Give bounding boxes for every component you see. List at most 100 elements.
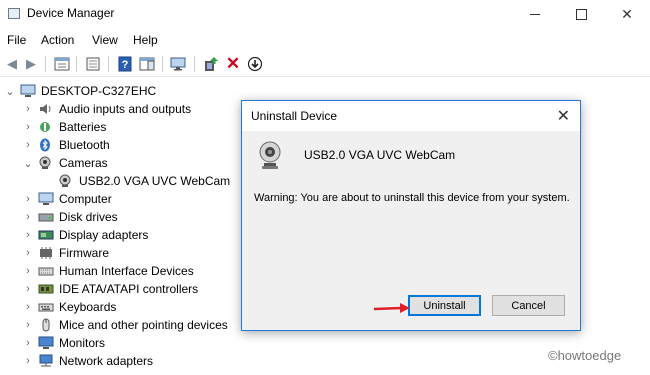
tree-item-computer[interactable]: › Computer	[22, 190, 112, 208]
menu-bar: File Action View Help	[0, 30, 650, 50]
disk-drive-icon	[38, 210, 54, 224]
bluetooth-icon	[38, 138, 54, 152]
tree-item-keyboards[interactable]: › Keyboards	[22, 298, 116, 316]
network-adapter-icon	[38, 354, 54, 368]
chevron-right-icon[interactable]: ›	[22, 355, 34, 367]
tree-item-label: Network adapters	[59, 354, 154, 368]
chevron-right-icon[interactable]: ›	[22, 211, 34, 223]
tree-item-label: Keyboards	[59, 300, 117, 314]
action-pane-icon[interactable]	[138, 55, 156, 73]
close-icon: ✕	[621, 5, 633, 22]
chevron-right-icon[interactable]: ›	[22, 301, 34, 313]
tree-item-network[interactable]: › Network adapters	[22, 352, 153, 370]
uninstall-dialog: Uninstall Device ✕ USB2.0 VGA UVC WebCam…	[241, 100, 581, 331]
tree-item-firmware[interactable]: › Firmware	[22, 244, 109, 262]
chevron-right-icon[interactable]: ›	[22, 193, 34, 205]
tree-item-mice[interactable]: › Mice and other pointing devices	[22, 316, 228, 334]
tree-item-monitors[interactable]: › Monitors	[22, 334, 105, 352]
close-window-button[interactable]: ✕	[604, 0, 650, 28]
firmware-icon	[38, 246, 54, 260]
chevron-right-icon[interactable]: ›	[22, 103, 34, 115]
toolbar-separator	[45, 56, 46, 72]
dialog-title: Uninstall Device	[251, 109, 338, 123]
tree-item-audio[interactable]: › Audio inputs and outputs	[22, 100, 191, 118]
red-arrow-annotation	[373, 303, 410, 313]
tree-item-label: Mice and other pointing devices	[59, 318, 228, 332]
tree-item-label: Bluetooth	[59, 138, 110, 152]
dialog-device-name: USB2.0 VGA UVC WebCam	[304, 148, 456, 162]
minimize-button[interactable]	[512, 0, 558, 28]
tree-item-label: Firmware	[59, 246, 109, 260]
tree-item-label: Display adapters	[59, 228, 149, 242]
cancel-button[interactable]: Cancel	[492, 295, 565, 316]
tree-item-webcam[interactable]: USB2.0 VGA UVC WebCam	[58, 172, 230, 190]
show-list-icon[interactable]	[84, 55, 102, 73]
battery-icon	[38, 120, 54, 134]
monitor-icon	[38, 336, 54, 350]
toolbar-separator	[194, 56, 195, 72]
scan-hardware-icon[interactable]	[170, 55, 188, 73]
tree-item-label: Human Interface Devices	[59, 264, 194, 278]
tree-item-hid[interactable]: › Human Interface Devices	[22, 262, 194, 280]
maximize-button[interactable]	[558, 0, 604, 28]
back-icon[interactable]: ◀	[3, 55, 21, 73]
display-adapter-icon	[38, 228, 54, 242]
chevron-right-icon[interactable]: ›	[22, 319, 34, 331]
dialog-close-button[interactable]: ✕	[557, 106, 570, 126]
chevron-right-icon[interactable]: ›	[22, 247, 34, 259]
menu-file[interactable]: File	[7, 33, 26, 47]
ide-controller-icon	[38, 282, 54, 296]
tree-item-cameras[interactable]: ⌄ Cameras	[22, 154, 108, 172]
tree-item-display-adapters[interactable]: › Display adapters	[22, 226, 148, 244]
menu-view[interactable]: View	[92, 33, 118, 47]
svg-text:?: ?	[122, 59, 129, 71]
uninstall-device-icon[interactable]: ✕	[224, 54, 242, 73]
tree-item-label: IDE ATA/ATAPI controllers	[59, 282, 199, 296]
forward-icon[interactable]: ▶	[22, 55, 40, 73]
tree-item-label: Disk drives	[59, 210, 118, 224]
chevron-down-icon[interactable]: ⌄	[22, 157, 34, 170]
toolbar: ◀ ▶ ? ✕	[0, 52, 650, 77]
title-bar: Device Manager ✕	[0, 0, 650, 28]
tree-root-label: DESKTOP-C327EHC	[41, 84, 157, 98]
tree-item-label: Cameras	[59, 156, 108, 170]
webcam-icon	[58, 174, 74, 188]
chevron-right-icon[interactable]: ›	[22, 229, 34, 241]
maximize-icon	[575, 8, 587, 20]
help-icon[interactable]: ?	[116, 55, 134, 73]
chevron-right-icon[interactable]: ›	[22, 265, 34, 277]
uninstall-button[interactable]: Uninstall	[408, 295, 481, 316]
mouse-icon	[38, 318, 54, 332]
chevron-right-icon[interactable]: ›	[22, 139, 34, 151]
tree-item-label: Audio inputs and outputs	[59, 102, 192, 116]
disable-device-icon[interactable]	[246, 55, 264, 73]
chevron-right-icon[interactable]: ›	[22, 283, 34, 295]
chevron-down-icon[interactable]: ⌄	[4, 85, 16, 98]
properties-icon[interactable]	[53, 55, 71, 73]
tree-item-batteries[interactable]: › Batteries	[22, 118, 106, 136]
toolbar-separator	[162, 56, 163, 72]
menu-action[interactable]: Action	[41, 33, 74, 47]
minimize-icon	[530, 13, 540, 15]
update-driver-icon[interactable]	[202, 55, 220, 73]
tree-root[interactable]: ⌄ DESKTOP-C327EHC	[4, 82, 156, 100]
chevron-right-icon[interactable]: ›	[22, 121, 34, 133]
tree-item-label: Batteries	[59, 120, 107, 134]
menu-help[interactable]: Help	[133, 33, 158, 47]
computer-icon	[20, 84, 36, 98]
computer-icon	[38, 192, 54, 206]
tree-item-label: USB2.0 VGA UVC WebCam	[79, 174, 231, 188]
chevron-right-icon[interactable]: ›	[22, 337, 34, 349]
toolbar-separator	[108, 56, 109, 72]
dialog-warning-text: Warning: You are about to uninstall this…	[254, 192, 570, 204]
dialog-device-icon	[258, 141, 282, 174]
keyboard-icon	[38, 300, 54, 314]
hid-icon	[38, 264, 54, 278]
device-manager-icon	[8, 8, 20, 19]
tree-item-label: Monitors	[59, 336, 106, 350]
window-title: Device Manager	[27, 6, 115, 20]
tree-item-disk-drives[interactable]: › Disk drives	[22, 208, 118, 226]
tree-item-label: Computer	[59, 192, 112, 206]
tree-item-bluetooth[interactable]: › Bluetooth	[22, 136, 110, 154]
tree-item-ide[interactable]: › IDE ATA/ATAPI controllers	[22, 280, 198, 298]
